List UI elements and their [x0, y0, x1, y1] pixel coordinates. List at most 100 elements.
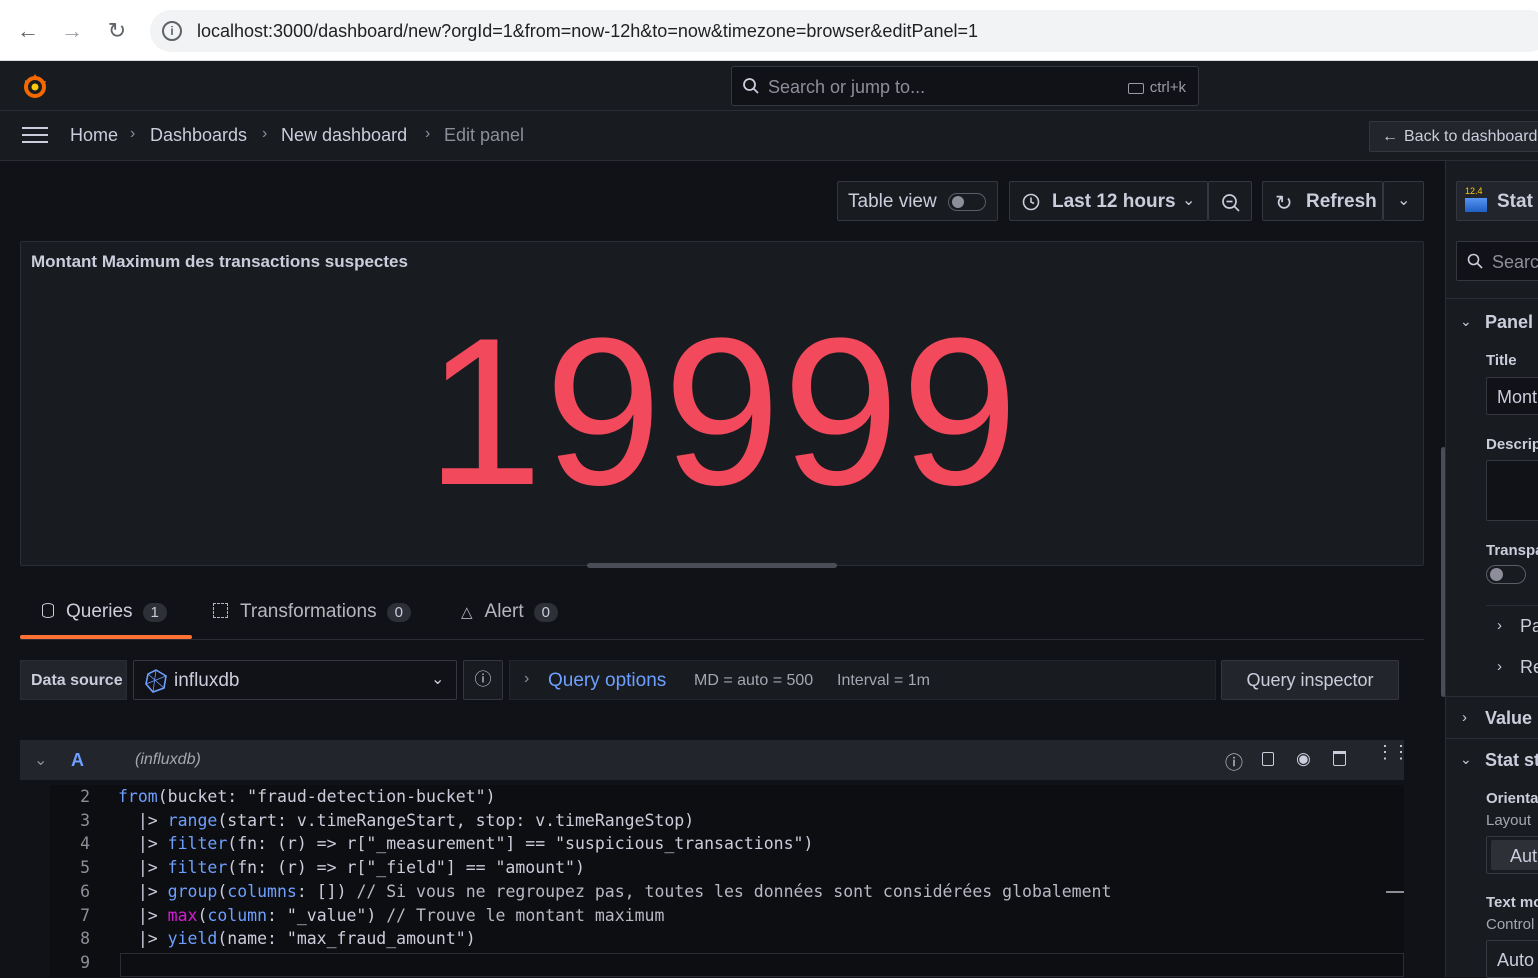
chevron-down-icon: ⌄ [1182, 192, 1196, 209]
current-line-highlight [120, 953, 1404, 977]
chevron-down-icon[interactable]: ⌄ [34, 750, 47, 770]
reload-icon[interactable]: ↻ [102, 16, 132, 46]
value-options-section[interactable]: Value [1485, 708, 1532, 729]
visualization-picker[interactable]: 12.4 Stat [1456, 181, 1538, 221]
influxdb-icon [144, 669, 168, 693]
panel-links-section[interactable]: Pa [1520, 616, 1538, 637]
minimap-slider[interactable] [1386, 891, 1404, 893]
tab-queries[interactable]: Queries 1 [42, 601, 167, 639]
query-options-label[interactable]: Query options [548, 670, 666, 692]
toggle-switch[interactable] [948, 193, 986, 211]
line-number: 6 [80, 882, 90, 901]
tab-queries-label: Queries [66, 601, 133, 622]
search-input[interactable]: Search or jump to... ctrl+k [731, 66, 1199, 106]
query-inspector-button[interactable]: Query inspector [1221, 660, 1399, 700]
tab-alert[interactable]: △ Alert 0 [461, 601, 558, 639]
chevron-right-icon[interactable]: › [1497, 658, 1502, 675]
options-pane: 12.4 Stat Searc ⌄ Panel Title Mont Descr… [1445, 161, 1538, 978]
code-text[interactable]: |> range(start: v.timeRangeStart, stop: … [118, 811, 694, 830]
chevron-right-icon[interactable]: › [1462, 709, 1467, 726]
drag-handle-icon[interactable]: ⋮⋮ [1376, 743, 1410, 761]
clock-icon [1022, 193, 1040, 211]
title-input[interactable]: Mont [1486, 377, 1538, 415]
chevron-down-icon[interactable]: ⌄ [1460, 313, 1472, 330]
breadcrumb-dashboards[interactable]: Dashboards [150, 125, 247, 146]
bell-icon: △ [461, 604, 473, 621]
address-bar[interactable]: i localhost:3000/dashboard/new?orgId=1&f… [150, 10, 1538, 52]
chevron-right-icon: › [425, 125, 431, 142]
viz-version: 12.4 [1465, 186, 1483, 196]
zoom-out-button[interactable] [1208, 181, 1252, 221]
search-placeholder: Search or jump to... [768, 77, 926, 97]
code-text[interactable]: |> yield(name: "max_fraud_amount") [118, 929, 476, 948]
orientation-radio-group[interactable]: Aut [1486, 836, 1538, 874]
code-text[interactable]: |> max(column: "_value") // Trouve le mo… [118, 906, 665, 925]
tab-transformations-count: 0 [386, 603, 411, 622]
refresh-icon: ↻ [1275, 192, 1293, 215]
search-shortcut: ctrl+k [1127, 79, 1186, 96]
top-navbar: Search or jump to... ctrl+k [0, 61, 1538, 111]
description-label: Descrip [1486, 436, 1538, 453]
url-text[interactable]: localhost:3000/dashboard/new?orgId=1&fro… [197, 21, 978, 42]
site-info-icon[interactable]: i [162, 21, 182, 41]
keyboard-icon [1127, 82, 1144, 94]
chevron-down-icon: ⌄ [1397, 192, 1411, 209]
orientation-description: Layout [1486, 812, 1532, 829]
transparent-label: Transpa [1486, 542, 1538, 559]
interval-text: Interval = 1m [837, 672, 930, 689]
options-search-placeholder: Searc [1492, 252, 1538, 272]
code-text[interactable]: |> filter(fn: (r) => r["_field"] == "amo… [118, 858, 585, 877]
breadcrumb-bar: Home › Dashboards › New dashboard › Edit… [0, 111, 1538, 161]
help-icon[interactable]: ⓘ [1225, 749, 1243, 775]
breadcrumb-home[interactable]: Home [70, 125, 118, 146]
query-datasource-name: (influxdb) [135, 751, 201, 768]
repeat-options-section[interactable]: Re [1520, 657, 1538, 678]
refresh-label: Refresh [1306, 191, 1377, 212]
resize-handle[interactable] [587, 563, 837, 568]
query-ref-id[interactable]: A [71, 750, 84, 771]
code-editor[interactable]: 2 from(bucket: "fraud-detection-bucket") 3… [50, 785, 1404, 977]
back-arrow-icon[interactable]: ← [13, 16, 43, 46]
tabs-divider [20, 639, 1424, 640]
transform-icon [213, 603, 228, 618]
query-options[interactable]: › Query options MD = auto = 500 Interval… [509, 660, 1216, 700]
grafana-logo-icon[interactable] [20, 71, 50, 101]
arrow-left-icon: ← [1382, 128, 1398, 145]
datasource-picker[interactable]: influxdb ⌄ [133, 660, 457, 700]
options-search-input[interactable]: Searc [1456, 241, 1538, 281]
code-text[interactable]: from(bucket: "fraud-detection-bucket") [118, 787, 496, 806]
stat-styles-section[interactable]: Stat st [1485, 750, 1538, 771]
viz-label: Stat [1497, 191, 1533, 212]
tab-transformations[interactable]: Transformations 0 [213, 601, 411, 639]
eye-icon[interactable]: ◉ [1296, 749, 1311, 769]
chevron-down-icon[interactable]: ⌄ [1460, 751, 1472, 768]
panel-preview[interactable]: Montant Maximum des transactions suspect… [20, 241, 1424, 566]
back-to-dashboard-button[interactable]: ← Back to dashboard [1369, 121, 1538, 152]
text-mode-radio-group[interactable]: Auto [1486, 940, 1538, 978]
table-view-label: Table view [848, 191, 937, 212]
trash-icon[interactable] [1333, 751, 1346, 766]
menu-icon[interactable] [22, 127, 48, 145]
query-row-header[interactable]: ⌄ A (influxdb) ⓘ ◉ ⋮⋮ [20, 740, 1410, 780]
time-picker-button[interactable]: Last 12 hours ⌄ [1009, 181, 1208, 221]
database-icon [42, 603, 54, 618]
code-text[interactable]: |> group(columns: []) // Si vous ne regr… [118, 882, 1112, 901]
refresh-button[interactable]: ↻ Refresh [1262, 181, 1383, 221]
divider [1446, 738, 1538, 739]
table-view-toggle[interactable]: Table view [837, 181, 998, 221]
line-number: 8 [80, 929, 90, 948]
chevron-right-icon[interactable]: › [1497, 617, 1502, 634]
breadcrumb-new-dashboard[interactable]: New dashboard [281, 125, 407, 146]
duplicate-icon[interactable] [1262, 752, 1274, 766]
code-text[interactable]: |> filter(fn: (r) => r["_measurement"] =… [118, 834, 814, 853]
panel-options-section[interactable]: Panel [1485, 312, 1533, 333]
refresh-interval-dropdown[interactable]: ⌄ [1383, 181, 1424, 221]
line-number: 3 [80, 811, 90, 830]
help-icon[interactable]: ⓘ [463, 660, 503, 700]
stat-value: 19999 [426, 294, 1020, 529]
text-mode-description: Control [1486, 916, 1535, 933]
forward-arrow-icon[interactable]: → [57, 16, 87, 46]
tab-alert-count: 0 [533, 603, 558, 622]
transparent-toggle[interactable] [1486, 565, 1526, 584]
description-textarea[interactable] [1486, 460, 1538, 521]
